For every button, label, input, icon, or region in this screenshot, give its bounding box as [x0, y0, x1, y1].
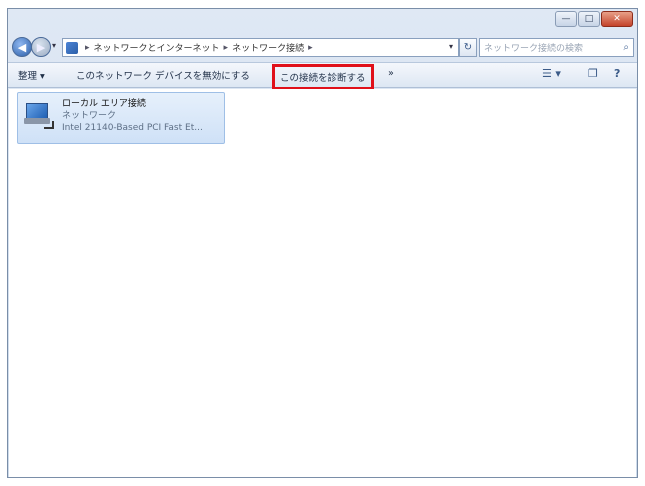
- breadcrumb-separator-icon[interactable]: ▸: [85, 43, 90, 53]
- address-bar[interactable]: ▸ ネットワークとインターネット ▸ ネットワーク接続 ▸: [62, 38, 459, 57]
- connection-name: ローカル エリア接続: [62, 99, 146, 109]
- change-view-icon[interactable]: ☰ ▾: [542, 67, 561, 80]
- connection-status: ネットワーク: [62, 111, 117, 121]
- recent-pages-dropdown[interactable]: ▾: [52, 41, 56, 50]
- more-commands-button[interactable]: »: [388, 68, 394, 79]
- connection-item-local-area[interactable]: ローカル エリア接続 ネットワーク Intel 21140-Based PCI …: [17, 92, 225, 144]
- command-bar: 整理 ▾ このネットワーク デバイスを無効にする この接続を診断する » ☰ ▾…: [8, 62, 637, 90]
- search-input[interactable]: ネットワーク接続の検索 ⌕: [479, 38, 634, 57]
- connection-device: Intel 21140-Based PCI Fast Et...: [62, 123, 203, 133]
- help-icon[interactable]: ?: [614, 67, 620, 80]
- close-button[interactable]: ✕: [601, 11, 633, 27]
- minimize-button[interactable]: —: [555, 11, 577, 27]
- connection-details: ローカル エリア接続 ネットワーク Intel 21140-Based PCI …: [62, 98, 203, 134]
- breadcrumb-network-connections[interactable]: ネットワーク接続: [232, 41, 304, 54]
- breadcrumb-separator-icon[interactable]: ▸: [308, 43, 313, 53]
- organize-menu-button[interactable]: 整理 ▾: [18, 68, 45, 82]
- back-button[interactable]: ◀: [12, 37, 32, 57]
- caption-buttons: — □ ✕: [555, 11, 633, 27]
- forward-button[interactable]: ▶: [31, 37, 51, 57]
- explorer-window: — □ ✕ ◀ ▶ ▾ ▸ ネットワークとインターネット ▸ ネットワーク接続 …: [7, 8, 638, 478]
- navigation-bar: ◀ ▶ ▾ ▸ ネットワークとインターネット ▸ ネットワーク接続 ▸ ▾ ↻ …: [12, 37, 634, 59]
- preview-pane-icon[interactable]: ❐: [588, 67, 598, 80]
- breadcrumb-network-internet[interactable]: ネットワークとインターネット: [94, 41, 220, 54]
- search-icon[interactable]: ⌕: [623, 42, 629, 53]
- search-placeholder: ネットワーク接続の検索: [484, 44, 584, 54]
- file-list-pane[interactable]: ローカル エリア接続 ネットワーク Intel 21140-Based PCI …: [9, 89, 636, 477]
- title-bar: — □ ✕: [8, 9, 637, 35]
- address-history-dropdown[interactable]: ▾: [449, 42, 453, 51]
- refresh-icon[interactable]: ↻: [459, 38, 477, 57]
- disable-device-button[interactable]: このネットワーク デバイスを無効にする: [76, 68, 250, 82]
- maximize-button[interactable]: □: [578, 11, 600, 27]
- network-adapter-icon: [24, 103, 54, 129]
- network-folder-icon: [66, 41, 78, 54]
- diagnose-connection-button[interactable]: この接続を診断する: [272, 64, 374, 90]
- breadcrumb-separator-icon[interactable]: ▸: [224, 43, 229, 53]
